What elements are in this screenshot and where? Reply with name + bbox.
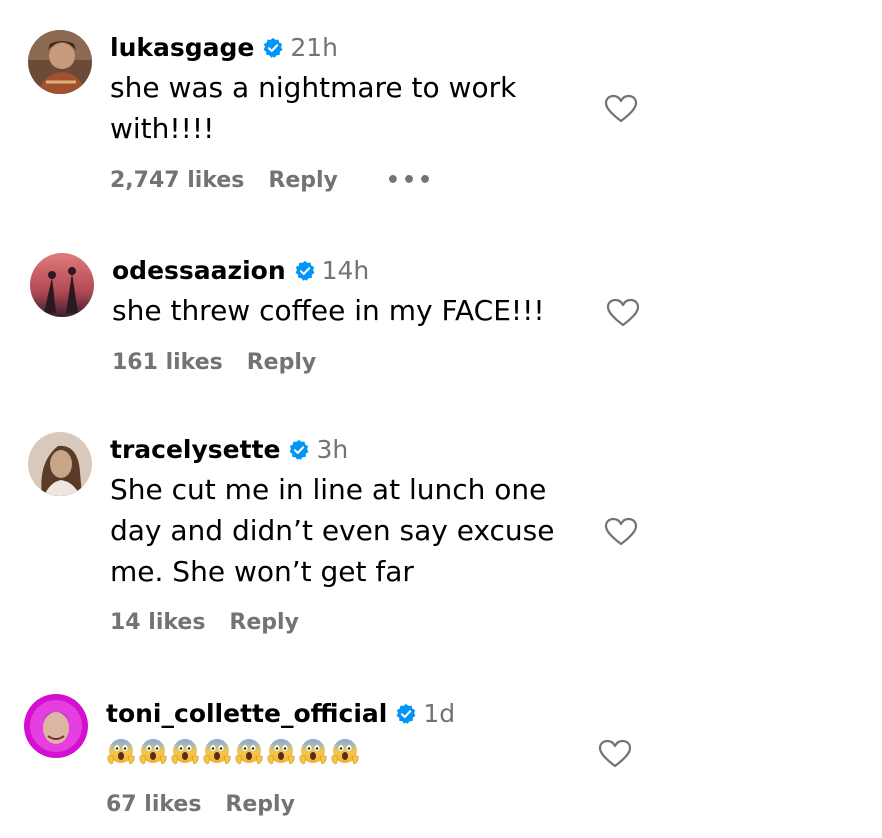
avatar[interactable] (28, 30, 92, 94)
face-screaming-in-fear-icon (107, 739, 135, 765)
verified-badge-icon (295, 260, 315, 281)
emoji-row: 😱😱😱😱😱😱😱😱 (106, 736, 360, 766)
face-screaming-in-fear-icon (139, 739, 167, 765)
face-screaming-in-fear-icon (203, 739, 231, 765)
comment-actions: 161 likes Reply (112, 350, 316, 375)
face-screaming-in-fear-icon (171, 739, 199, 765)
comment-header: odessaazion 14h (112, 256, 369, 285)
username[interactable]: lukasgage (110, 33, 254, 62)
heart-outline-icon[interactable] (604, 517, 638, 547)
reply-button[interactable]: Reply (225, 792, 295, 817)
reply-button[interactable]: Reply (268, 168, 338, 193)
comment-text-line: she threw coffee in my FACE!!! (112, 294, 545, 327)
face-screaming-in-fear-icon (299, 739, 327, 765)
avatar[interactable] (28, 432, 92, 496)
face-screaming-in-fear-icon (331, 739, 359, 765)
username[interactable]: toni_collette_official (106, 699, 387, 728)
comment-actions: 67 likes Reply (106, 792, 295, 817)
comment-text-line: She cut me in line at lunch one (110, 473, 547, 506)
comment-text-line: me. She won’t get far (110, 555, 414, 588)
username[interactable]: tracelysette (110, 435, 280, 464)
timestamp[interactable]: 3h (316, 435, 348, 464)
likes-count[interactable]: 67 likes (106, 792, 201, 817)
face-screaming-in-fear-icon (235, 739, 263, 765)
likes-count[interactable]: 14 likes (110, 610, 205, 635)
timestamp[interactable]: 1d (423, 699, 455, 728)
heart-outline-icon[interactable] (606, 298, 640, 328)
comment-text: she threw coffee in my FACE!!! (112, 290, 545, 331)
timestamp[interactable]: 14h (322, 256, 370, 285)
more-dots-icon[interactable]: ••• (386, 168, 434, 193)
verified-badge-icon (263, 37, 283, 58)
comment-text-line: day and didn’t even say excuse (110, 514, 555, 547)
heart-outline-icon[interactable] (604, 94, 638, 124)
comment-text: She cut me in line at lunch one day and … (110, 469, 555, 592)
verified-badge-icon (290, 439, 309, 460)
comment-actions: 14 likes Reply (110, 610, 299, 635)
comment-text-line: she was a nightmare to work (110, 71, 517, 104)
likes-count[interactable]: 2,747 likes (110, 168, 244, 193)
face-screaming-in-fear-icon (267, 739, 295, 765)
verified-badge-icon (396, 703, 416, 724)
username[interactable]: odessaazion (112, 256, 286, 285)
comment-header: lukasgage 21h (110, 33, 338, 62)
timestamp[interactable]: 21h (290, 33, 338, 62)
likes-count[interactable]: 161 likes (112, 350, 223, 375)
avatar[interactable] (30, 253, 94, 317)
comment-header: tracelysette 3h (110, 435, 348, 464)
comment-text-line: with!!!! (110, 112, 215, 145)
reply-button[interactable]: Reply (247, 350, 317, 375)
heart-outline-icon[interactable] (598, 739, 632, 769)
comment-text: 😱😱😱😱😱😱😱😱 (106, 736, 376, 770)
avatar[interactable] (24, 694, 88, 758)
comment-text: she was a nightmare to work with!!!! (110, 67, 516, 149)
comment-actions: 2,747 likes Reply ••• (110, 168, 434, 193)
reply-button[interactable]: Reply (229, 610, 299, 635)
comment-header: toni_collette_official 1d (106, 699, 455, 728)
